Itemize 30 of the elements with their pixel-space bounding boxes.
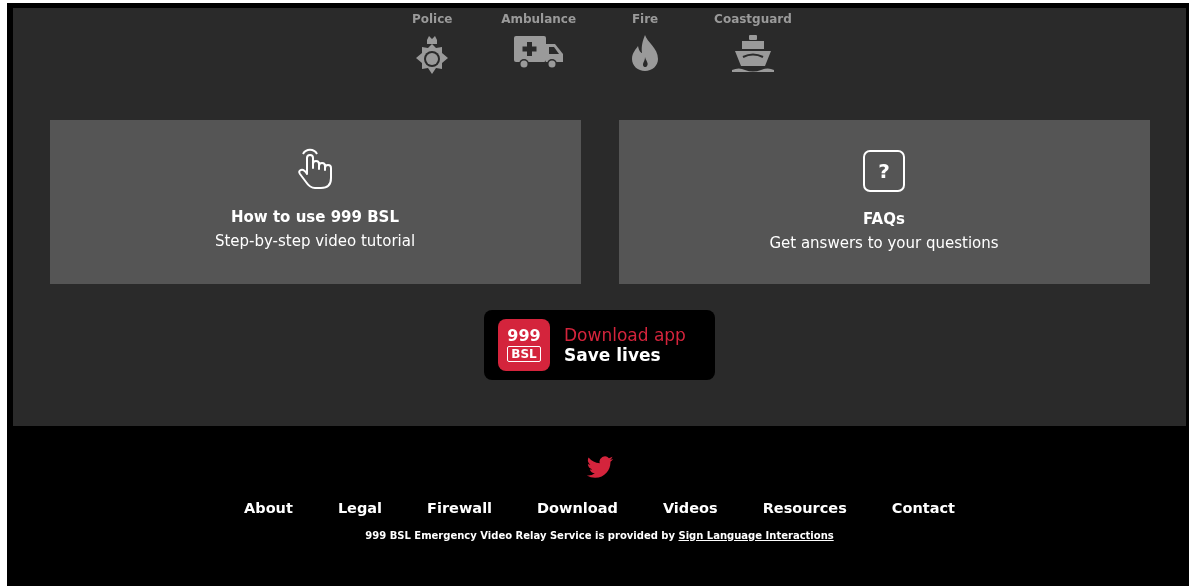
footer-link[interactable]: Legal bbox=[337, 500, 383, 516]
faq-card[interactable]: ? FAQs Get answers to your questions bbox=[618, 120, 1150, 284]
service-label: Coastguard bbox=[714, 12, 792, 26]
ambulance-icon bbox=[512, 34, 565, 70]
ship-icon bbox=[730, 34, 775, 74]
footer-link[interactable]: About bbox=[244, 500, 293, 516]
card-title: How to use 999 BSL bbox=[231, 208, 399, 226]
tagline: Save lives bbox=[564, 345, 662, 365]
question-icon: ? bbox=[863, 150, 905, 192]
footer-link[interactable]: Contact bbox=[891, 500, 955, 516]
tutorial-card[interactable]: How to use 999 BSL Step-by-step video tutorial bbox=[49, 120, 581, 284]
download-app-button[interactable]: 999 BSL Download app Save lives bbox=[484, 310, 715, 380]
card-title: FAQs bbox=[863, 210, 905, 228]
footer-link[interactable]: Download bbox=[537, 500, 618, 516]
flame-icon bbox=[630, 34, 661, 72]
twitter-bird-icon[interactable] bbox=[584, 456, 615, 480]
card-subtitle: Step-by-step video tutorial bbox=[214, 232, 416, 250]
logo-text: 999 bbox=[507, 327, 541, 344]
pointing-hand-icon bbox=[295, 148, 335, 190]
footer-link[interactable]: Firewall bbox=[427, 500, 493, 516]
logo-text: BSL bbox=[507, 345, 541, 363]
footer-link[interactable]: Resources bbox=[762, 500, 847, 516]
footer-link[interactable]: Videos bbox=[662, 500, 718, 516]
service-label: Police bbox=[411, 12, 453, 26]
service-label: Fire bbox=[631, 12, 659, 26]
provider-notice: 999 BSL Emergency Video Relay Service is provided by Sign Language Interactions bbox=[365, 530, 834, 541]
download-label: Download app bbox=[564, 325, 686, 345]
card-subtitle: Get answers to your questions bbox=[769, 234, 999, 252]
provider-link[interactable]: Sign Language Interactions bbox=[678, 530, 834, 541]
service-label: Ambulance bbox=[501, 12, 577, 26]
